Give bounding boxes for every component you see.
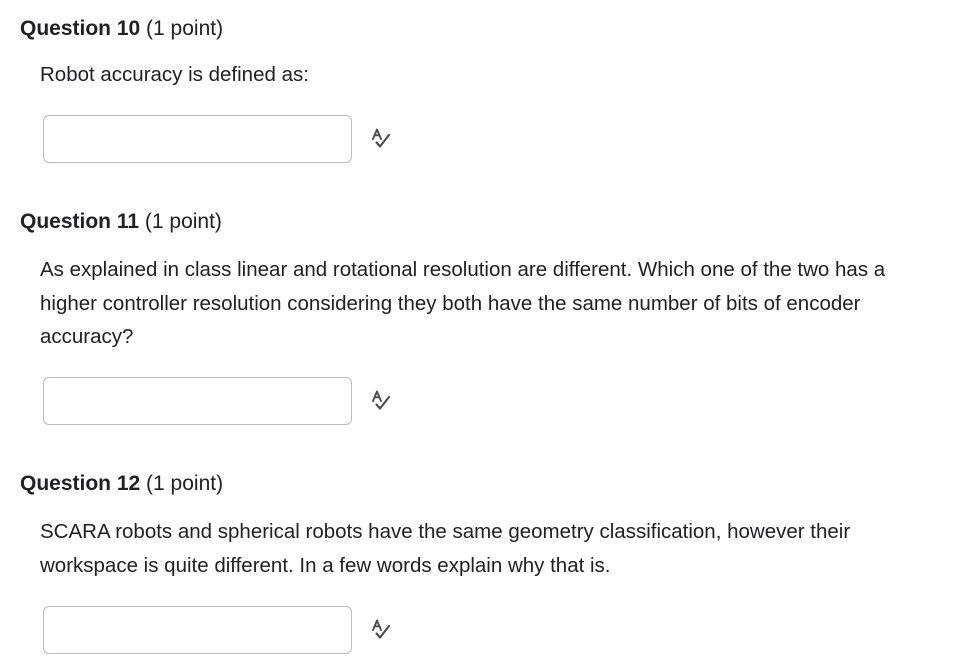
question-points: (1 point) <box>144 210 222 233</box>
spellcheck-icon[interactable] <box>369 127 393 151</box>
spellcheck-icon[interactable] <box>369 618 393 642</box>
spellcheck-icon[interactable] <box>369 389 393 413</box>
answer-input[interactable] <box>43 377 352 425</box>
question-heading: Question 10 (1 point) <box>20 16 223 42</box>
question-points: (1 point) <box>146 17 224 40</box>
question-title: Question 10 <box>20 17 141 40</box>
question-points: (1 point) <box>146 472 224 495</box>
answer-input[interactable] <box>43 115 352 163</box>
answer-input[interactable] <box>43 606 352 654</box>
question-heading: Question 11 (1 point) <box>20 209 222 235</box>
question-title: Question 12 <box>20 472 141 495</box>
question-prompt: Robot accuracy is defined as: <box>40 63 309 86</box>
question-heading: Question 12 (1 point) <box>20 471 223 497</box>
question-prompt: As explained in class linear and rotatio… <box>40 258 886 348</box>
question-prompt: SCARA robots and spherical robots have t… <box>40 520 851 577</box>
question-title: Question 11 <box>20 210 140 233</box>
